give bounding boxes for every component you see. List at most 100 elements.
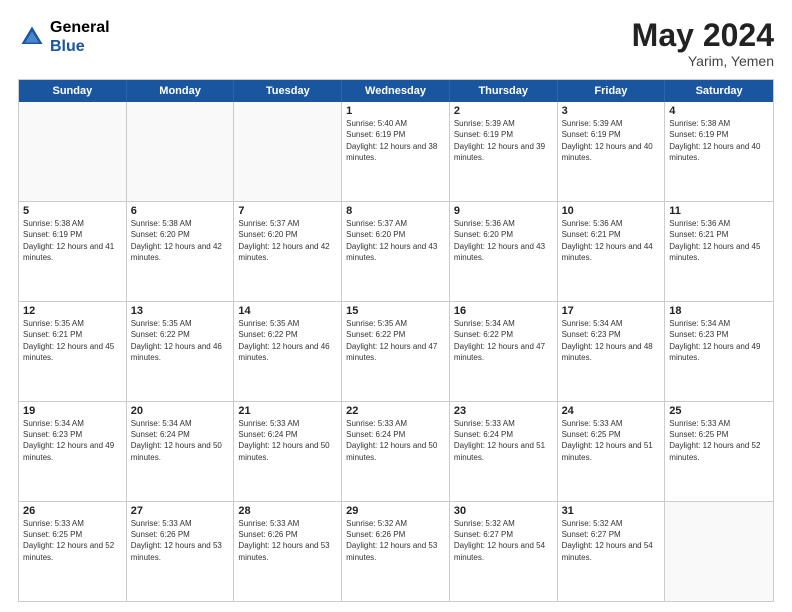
calendar-header: SundayMondayTuesdayWednesdayThursdayFrid… (19, 80, 773, 102)
title-area: May 2024 Yarim, Yemen (632, 18, 774, 69)
day-info: Sunrise: 5:37 AM Sunset: 6:20 PM Dayligh… (238, 218, 337, 263)
day-number: 18 (669, 305, 769, 317)
day-info: Sunrise: 5:33 AM Sunset: 6:24 PM Dayligh… (454, 418, 553, 463)
day-info: Sunrise: 5:33 AM Sunset: 6:25 PM Dayligh… (669, 418, 769, 463)
week-row-2: 5Sunrise: 5:38 AM Sunset: 6:19 PM Daylig… (19, 202, 773, 302)
day-cell-25: 25Sunrise: 5:33 AM Sunset: 6:25 PM Dayli… (665, 402, 773, 501)
weekday-header-monday: Monday (127, 80, 235, 102)
calendar: SundayMondayTuesdayWednesdayThursdayFrid… (18, 79, 774, 602)
weekday-header-thursday: Thursday (450, 80, 558, 102)
day-cell-20: 20Sunrise: 5:34 AM Sunset: 6:24 PM Dayli… (127, 402, 235, 501)
day-number: 4 (669, 105, 769, 117)
day-info: Sunrise: 5:39 AM Sunset: 6:19 PM Dayligh… (562, 118, 661, 163)
day-number: 19 (23, 405, 122, 417)
day-info: Sunrise: 5:33 AM Sunset: 6:25 PM Dayligh… (23, 518, 122, 563)
day-number: 21 (238, 405, 337, 417)
day-number: 22 (346, 405, 445, 417)
day-info: Sunrise: 5:35 AM Sunset: 6:22 PM Dayligh… (238, 318, 337, 363)
day-info: Sunrise: 5:33 AM Sunset: 6:24 PM Dayligh… (346, 418, 445, 463)
day-cell-27: 27Sunrise: 5:33 AM Sunset: 6:26 PM Dayli… (127, 502, 235, 601)
day-number: 20 (131, 405, 230, 417)
logo-icon (18, 23, 46, 51)
day-number: 8 (346, 205, 445, 217)
logo-text: General Blue (50, 18, 110, 56)
day-cell-19: 19Sunrise: 5:34 AM Sunset: 6:23 PM Dayli… (19, 402, 127, 501)
weekday-header-wednesday: Wednesday (342, 80, 450, 102)
day-number: 9 (454, 205, 553, 217)
day-number: 31 (562, 505, 661, 517)
day-cell-3: 3Sunrise: 5:39 AM Sunset: 6:19 PM Daylig… (558, 102, 666, 201)
day-cell-28: 28Sunrise: 5:33 AM Sunset: 6:26 PM Dayli… (234, 502, 342, 601)
logo-blue: Blue (50, 37, 110, 56)
empty-cell (665, 502, 773, 601)
day-number: 7 (238, 205, 337, 217)
day-info: Sunrise: 5:33 AM Sunset: 6:26 PM Dayligh… (238, 518, 337, 563)
day-info: Sunrise: 5:34 AM Sunset: 6:23 PM Dayligh… (562, 318, 661, 363)
logo: General Blue (18, 18, 110, 56)
day-info: Sunrise: 5:35 AM Sunset: 6:22 PM Dayligh… (346, 318, 445, 363)
day-cell-12: 12Sunrise: 5:35 AM Sunset: 6:21 PM Dayli… (19, 302, 127, 401)
day-info: Sunrise: 5:32 AM Sunset: 6:27 PM Dayligh… (562, 518, 661, 563)
day-info: Sunrise: 5:33 AM Sunset: 6:24 PM Dayligh… (238, 418, 337, 463)
day-info: Sunrise: 5:38 AM Sunset: 6:20 PM Dayligh… (131, 218, 230, 263)
day-cell-11: 11Sunrise: 5:36 AM Sunset: 6:21 PM Dayli… (665, 202, 773, 301)
day-cell-26: 26Sunrise: 5:33 AM Sunset: 6:25 PM Dayli… (19, 502, 127, 601)
calendar-body: 1Sunrise: 5:40 AM Sunset: 6:19 PM Daylig… (19, 102, 773, 601)
day-number: 28 (238, 505, 337, 517)
empty-cell (234, 102, 342, 201)
day-number: 14 (238, 305, 337, 317)
day-info: Sunrise: 5:34 AM Sunset: 6:23 PM Dayligh… (23, 418, 122, 463)
week-row-1: 1Sunrise: 5:40 AM Sunset: 6:19 PM Daylig… (19, 102, 773, 202)
day-info: Sunrise: 5:35 AM Sunset: 6:21 PM Dayligh… (23, 318, 122, 363)
day-cell-17: 17Sunrise: 5:34 AM Sunset: 6:23 PM Dayli… (558, 302, 666, 401)
day-info: Sunrise: 5:32 AM Sunset: 6:27 PM Dayligh… (454, 518, 553, 563)
day-number: 17 (562, 305, 661, 317)
header: General Blue May 2024 Yarim, Yemen (18, 18, 774, 69)
day-info: Sunrise: 5:36 AM Sunset: 6:21 PM Dayligh… (562, 218, 661, 263)
month-year: May 2024 (632, 18, 774, 53)
day-info: Sunrise: 5:34 AM Sunset: 6:23 PM Dayligh… (669, 318, 769, 363)
day-cell-10: 10Sunrise: 5:36 AM Sunset: 6:21 PM Dayli… (558, 202, 666, 301)
day-cell-1: 1Sunrise: 5:40 AM Sunset: 6:19 PM Daylig… (342, 102, 450, 201)
empty-cell (19, 102, 127, 201)
day-cell-23: 23Sunrise: 5:33 AM Sunset: 6:24 PM Dayli… (450, 402, 558, 501)
day-cell-2: 2Sunrise: 5:39 AM Sunset: 6:19 PM Daylig… (450, 102, 558, 201)
day-info: Sunrise: 5:33 AM Sunset: 6:25 PM Dayligh… (562, 418, 661, 463)
day-number: 12 (23, 305, 122, 317)
week-row-4: 19Sunrise: 5:34 AM Sunset: 6:23 PM Dayli… (19, 402, 773, 502)
day-cell-18: 18Sunrise: 5:34 AM Sunset: 6:23 PM Dayli… (665, 302, 773, 401)
day-cell-15: 15Sunrise: 5:35 AM Sunset: 6:22 PM Dayli… (342, 302, 450, 401)
day-info: Sunrise: 5:39 AM Sunset: 6:19 PM Dayligh… (454, 118, 553, 163)
day-number: 5 (23, 205, 122, 217)
day-number: 23 (454, 405, 553, 417)
day-number: 25 (669, 405, 769, 417)
day-cell-5: 5Sunrise: 5:38 AM Sunset: 6:19 PM Daylig… (19, 202, 127, 301)
location: Yarim, Yemen (632, 53, 774, 69)
day-cell-21: 21Sunrise: 5:33 AM Sunset: 6:24 PM Dayli… (234, 402, 342, 501)
day-cell-29: 29Sunrise: 5:32 AM Sunset: 6:26 PM Dayli… (342, 502, 450, 601)
day-number: 3 (562, 105, 661, 117)
day-number: 24 (562, 405, 661, 417)
day-cell-6: 6Sunrise: 5:38 AM Sunset: 6:20 PM Daylig… (127, 202, 235, 301)
day-cell-30: 30Sunrise: 5:32 AM Sunset: 6:27 PM Dayli… (450, 502, 558, 601)
day-info: Sunrise: 5:33 AM Sunset: 6:26 PM Dayligh… (131, 518, 230, 563)
day-cell-16: 16Sunrise: 5:34 AM Sunset: 6:22 PM Dayli… (450, 302, 558, 401)
day-cell-24: 24Sunrise: 5:33 AM Sunset: 6:25 PM Dayli… (558, 402, 666, 501)
day-info: Sunrise: 5:36 AM Sunset: 6:20 PM Dayligh… (454, 218, 553, 263)
day-number: 16 (454, 305, 553, 317)
day-number: 10 (562, 205, 661, 217)
week-row-3: 12Sunrise: 5:35 AM Sunset: 6:21 PM Dayli… (19, 302, 773, 402)
day-info: Sunrise: 5:36 AM Sunset: 6:21 PM Dayligh… (669, 218, 769, 263)
day-info: Sunrise: 5:34 AM Sunset: 6:24 PM Dayligh… (131, 418, 230, 463)
day-info: Sunrise: 5:38 AM Sunset: 6:19 PM Dayligh… (23, 218, 122, 263)
day-number: 13 (131, 305, 230, 317)
day-number: 29 (346, 505, 445, 517)
day-info: Sunrise: 5:37 AM Sunset: 6:20 PM Dayligh… (346, 218, 445, 263)
day-info: Sunrise: 5:32 AM Sunset: 6:26 PM Dayligh… (346, 518, 445, 563)
day-info: Sunrise: 5:34 AM Sunset: 6:22 PM Dayligh… (454, 318, 553, 363)
day-number: 1 (346, 105, 445, 117)
day-info: Sunrise: 5:35 AM Sunset: 6:22 PM Dayligh… (131, 318, 230, 363)
day-number: 11 (669, 205, 769, 217)
day-number: 2 (454, 105, 553, 117)
day-cell-7: 7Sunrise: 5:37 AM Sunset: 6:20 PM Daylig… (234, 202, 342, 301)
